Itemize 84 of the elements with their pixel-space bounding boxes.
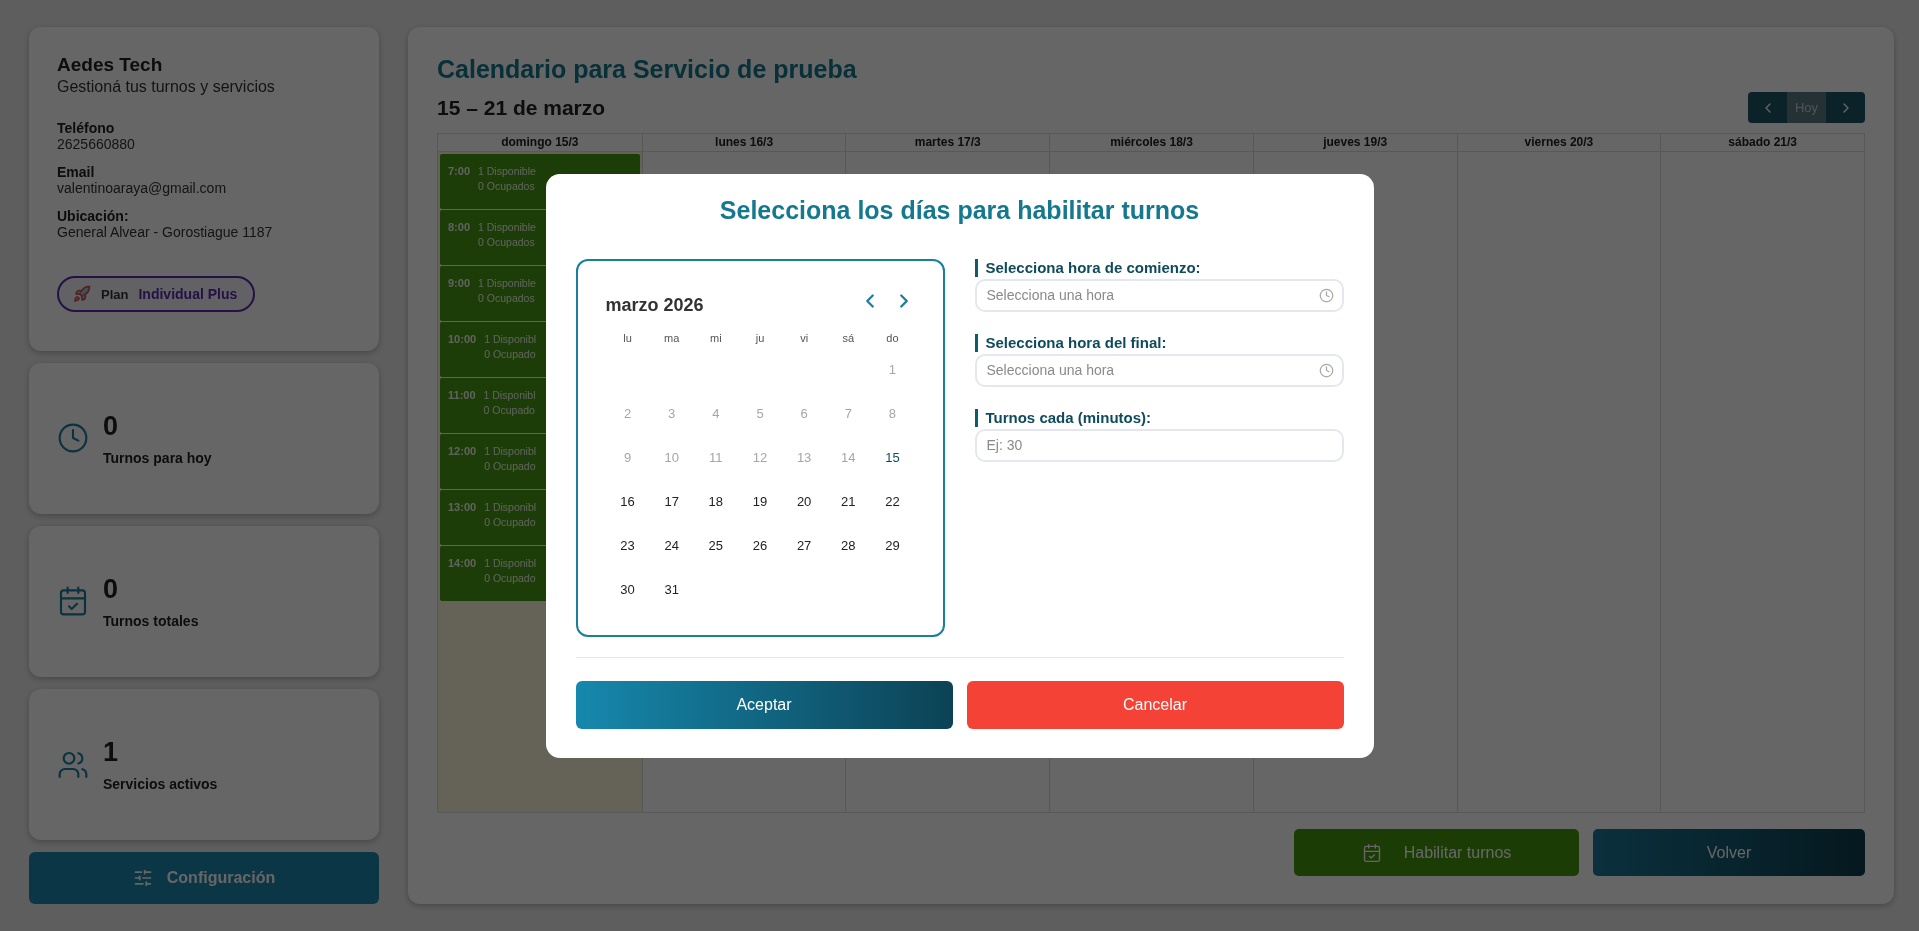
slot-available: 1 Disponible [478, 165, 536, 177]
slot-busy: 0 Ocupado [484, 572, 537, 584]
plan-name: Individual Plus [138, 286, 238, 302]
stat-value: 0 [103, 573, 120, 605]
stat-value: 1 [103, 737, 120, 769]
calendar-day[interactable]: 19 [746, 490, 774, 513]
slot-time: 8:00 [448, 221, 471, 235]
slot-available: 1 Disponibl [484, 333, 537, 345]
slot-busy: 0 Ocupado [484, 348, 537, 360]
rocket-icon [73, 285, 91, 303]
slot-time: 11:00 [448, 389, 476, 403]
calendar-day[interactable]: 18 [702, 490, 730, 513]
calendar-day[interactable]: 17 [658, 490, 685, 513]
slot-available: 1 Disponibl [484, 445, 537, 457]
slot-busy: 0 Ocupado [484, 516, 537, 528]
slot-busy: 0 Ocupados [478, 292, 536, 304]
field-value: 2625660880 [57, 136, 136, 152]
calendar-day[interactable]: 29 [879, 534, 906, 557]
stat-value: 0 [103, 410, 120, 442]
slot-busy: 0 Ocupados [478, 180, 536, 192]
clock-icon [1318, 362, 1334, 378]
date-range: 15 – 21 de marzo [437, 95, 606, 120]
stat-label: Servicios activos [103, 776, 218, 793]
slot-time: 7:00 [448, 165, 471, 179]
calendar-icon [57, 585, 89, 618]
weekday-label: mi [710, 331, 722, 344]
slot-available: 1 Disponibl [484, 557, 537, 569]
slot-available: 1 Disponible [478, 277, 536, 289]
calendar-day[interactable]: 16 [614, 490, 641, 513]
field-label: Ubicación: [57, 208, 130, 224]
field-label: Selecciona hora del final: [974, 333, 1344, 352]
number-field[interactable]: Ej: 30 [974, 428, 1344, 462]
field-label: Teléfono [57, 120, 116, 136]
slot-time: 14:00 [448, 557, 477, 571]
slot-busy: 0 Ocupados [478, 236, 536, 248]
plan-label: Plan [101, 286, 129, 302]
enable-button[interactable]: Habilitar turnos [1294, 829, 1579, 876]
stat-label: Turnos totales [103, 612, 199, 629]
calendar-day[interactable]: 28 [835, 534, 862, 557]
tagline: Gestioná tus turnos y servicios [57, 78, 276, 96]
calendar-day[interactable]: 24 [658, 534, 685, 557]
time-field[interactable]: Selecciona una hora [974, 353, 1344, 387]
field-label: Email [57, 164, 96, 180]
slot-time: 13:00 [448, 501, 477, 515]
weekday-label: sá [842, 331, 855, 344]
page-title: Calendario para Servicio de prueba [437, 55, 858, 84]
slot-busy: 0 Ocupado [484, 460, 537, 472]
calendar-icon [1361, 842, 1382, 863]
accept-button[interactable]: Aceptar [575, 680, 953, 729]
slot-available: 1 Disponibl [484, 501, 537, 513]
calendar-day[interactable]: 22 [879, 490, 906, 513]
calendar-day[interactable]: 30 [614, 578, 641, 601]
weekday-label: do [886, 331, 899, 344]
field-label: Selecciona hora de comienzo: [974, 258, 1344, 277]
field-value: valentinoaraya@gmail.com [57, 180, 228, 196]
weekday-label: ju [755, 331, 765, 344]
calendar-day[interactable]: 27 [790, 534, 818, 557]
field-value: General Alvear - Gorostiague 1187 [57, 224, 274, 240]
sliders-icon [132, 868, 153, 889]
weekday-label: vi [800, 331, 809, 344]
calendar-day[interactable]: 26 [746, 534, 774, 557]
slot-busy: 0 Ocupado [483, 404, 536, 416]
clock-icon [1318, 287, 1334, 303]
business-name: Aedes Tech [57, 54, 164, 76]
modal-title: Selecciona los días para habilitar turnos [718, 195, 1201, 225]
slot-time: 12:00 [448, 445, 477, 459]
slot-available: 1 Disponible [478, 221, 536, 233]
time-field[interactable]: Selecciona una hora [974, 278, 1344, 312]
settings-button[interactable]: Configuración [29, 852, 379, 904]
stat-label: Turnos para hoy [103, 449, 212, 466]
calendar-day[interactable]: 15 [879, 446, 906, 469]
calendar-day[interactable]: 20 [790, 490, 818, 513]
back-button[interactable]: Volver [1593, 829, 1865, 876]
slot-time: 10:00 [448, 333, 477, 347]
weekday-label: lu [623, 331, 632, 344]
calendar-day[interactable]: 31 [658, 578, 685, 601]
cancel-button[interactable]: Cancelar [966, 680, 1344, 729]
field-label: Turnos cada (minutos): [974, 408, 1344, 427]
calendar-day[interactable]: 21 [835, 490, 862, 513]
calendar-day[interactable]: 25 [702, 534, 730, 557]
slot-time: 9:00 [448, 277, 471, 291]
slot-available: 1 Disponibl [483, 389, 536, 401]
weekday-label: ma [664, 331, 680, 344]
clock-icon [57, 422, 89, 455]
